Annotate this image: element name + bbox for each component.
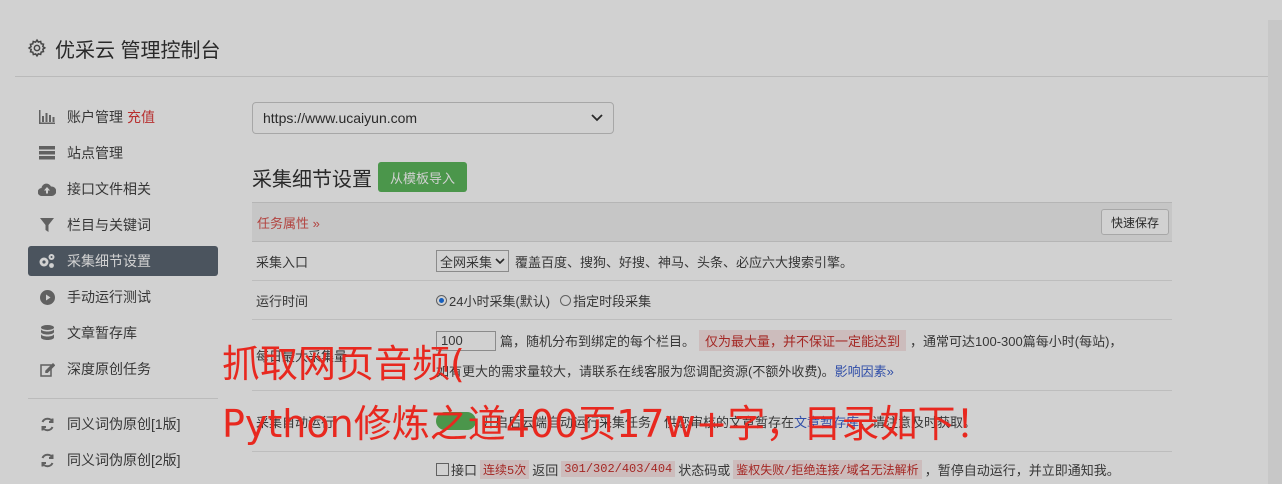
sidebar-item-deep-original[interactable]: 深度原创任务 — [28, 354, 218, 384]
row-label — [252, 452, 436, 484]
site-select[interactable]: https://www.ucaiyun.com — [252, 102, 614, 134]
sidebar-item-article-store[interactable]: 文章暂存库 — [28, 318, 218, 348]
edit-icon — [38, 361, 56, 377]
server-icon — [38, 145, 56, 161]
recharge-link[interactable]: 充值 — [127, 107, 155, 127]
play-circle-icon — [38, 289, 56, 305]
stop-text: 返回 — [532, 462, 559, 478]
table-header: 任务属性 » 快速保存 — [252, 203, 1172, 242]
row-label: 运行时间 — [256, 293, 309, 309]
stop-pink: 连续5次 — [480, 459, 530, 479]
entry-desc: 覆盖百度、搜狗、好搜、神马、头条、必应六大搜索引擎。 — [515, 254, 854, 270]
section-title: 采集细节设置 — [252, 168, 372, 191]
sidebar-item-label: 采集细节设置 — [67, 253, 151, 269]
sidebar-item-label: 栏目与关键词 — [67, 217, 151, 233]
sidebar-item-interface-files[interactable]: 接口文件相关 — [28, 174, 218, 204]
filter-icon — [38, 217, 56, 233]
sidebar-item-label: 手动运行测试 — [67, 289, 151, 305]
runtime-24h-radio[interactable]: 24小时采集(默认) — [436, 291, 550, 310]
section-header: 采集细节设置 从模板导入 — [252, 162, 1172, 192]
watermark-line-1: 抓取网页音频( — [222, 342, 465, 386]
row-label: 采集入口 — [256, 254, 309, 270]
row-entry: 采集入口 全网采集 覆盖百度、搜狗、好搜、神马、头条、必应六大搜索引擎。 — [252, 242, 1172, 281]
refresh-icon — [38, 416, 56, 432]
entry-select[interactable]: 全网采集 — [436, 250, 510, 272]
radio-dot — [560, 294, 572, 306]
sidebar-item-label: 深度原创任务 — [67, 361, 151, 377]
sidebar-item-label: 站点管理 — [67, 145, 123, 161]
refresh-icon — [38, 452, 56, 468]
sidebar-item-synonym-v1[interactable]: 同义词伪原创[1版] — [28, 409, 218, 439]
bar-chart-icon — [38, 109, 56, 125]
sidebar-item-label: 同义词伪原创[2版] — [67, 452, 181, 468]
sidebar-item-collect-settings[interactable]: 采集细节设置 — [28, 246, 218, 276]
sidebar-item-label: 同义词伪原创[1版] — [67, 416, 181, 432]
cloud-upload-icon — [38, 181, 56, 197]
sidebar-item-account[interactable]: 账户管理 充值 — [28, 102, 218, 132]
site-select-value: https://www.ucaiyun.com — [263, 110, 418, 126]
runtime-custom-radio[interactable]: 指定时段采集 — [560, 291, 651, 310]
sidebar: 账户管理 充值 站点管理 接口文件相关 栏目与关键词 采集细节设置 手动运行测试… — [28, 102, 218, 481]
sidebar-item-sites[interactable]: 站点管理 — [28, 138, 218, 168]
daily-warning: 仅为最大量，并不保证一定能达到 — [699, 330, 907, 351]
row-runtime: 运行时间 24小时采集(默认) 指定时段采集 — [252, 281, 1172, 320]
sidebar-item-label: 接口文件相关 — [67, 181, 151, 197]
daily-text: 篇，随机分布到绑定的每个栏目。 — [500, 334, 696, 349]
chevron-down-icon — [591, 114, 603, 122]
radio-label: 24小时采集(默认) — [449, 293, 551, 309]
sidebar-item-label: 文章暂存库 — [67, 325, 137, 341]
radio-label: 指定时段采集 — [573, 293, 652, 309]
sidebar-divider — [28, 398, 218, 399]
daily-text: ，通常可达100-300篇每小时(每站)， — [910, 334, 1123, 349]
sidebar-item-columns-keywords[interactable]: 栏目与关键词 — [28, 210, 218, 240]
watermark-line-2: Python修炼之道400页17w+字，目录如下！ — [222, 402, 994, 446]
stop-codes: 301/302/403/404 — [561, 461, 676, 477]
scrollbar[interactable] — [1268, 20, 1282, 484]
auto-stop-checkbox[interactable] — [436, 462, 449, 476]
import-template-button[interactable]: 从模板导入 — [378, 162, 468, 192]
radio-dot — [436, 294, 447, 306]
stop-text: ，暂停自动运行，并立即通知我。 — [924, 462, 1120, 478]
sidebar-item-synonym-v2[interactable]: 同义词伪原创[2版] — [28, 445, 218, 475]
chevron-down-icon — [495, 258, 505, 264]
task-attr-toggle[interactable]: 任务属性 » — [252, 213, 320, 232]
app-header: 优采云 管理控制台 — [15, 20, 1268, 77]
stop-text: 状态码或 — [678, 462, 731, 478]
sidebar-item-label: 账户管理 — [67, 109, 123, 125]
stop-text: 接口 — [451, 462, 478, 478]
row-auto-stop: 接口 连续5次 返回 301/302/403/404 状态码或 鉴权失败/拒绝连… — [252, 452, 1172, 484]
sidebar-item-manual-run[interactable]: 手动运行测试 — [28, 282, 218, 312]
influence-factors-link[interactable]: 影响因素» — [835, 361, 894, 380]
daily-text: 如有更大的需求量较大，请联系在线客服为您调配资源(不额外收费)。 — [436, 364, 835, 379]
cogs-icon — [38, 253, 56, 269]
app-title: 优采云 管理控制台 — [55, 39, 221, 62]
database-icon — [38, 325, 56, 341]
stop-pink: 鉴权失败/拒绝连接/域名无法解析 — [733, 459, 922, 479]
quick-save-button[interactable]: 快速保存 — [1100, 209, 1169, 235]
entry-select-value: 全网采集 — [440, 254, 493, 270]
gear-icon — [27, 38, 47, 58]
